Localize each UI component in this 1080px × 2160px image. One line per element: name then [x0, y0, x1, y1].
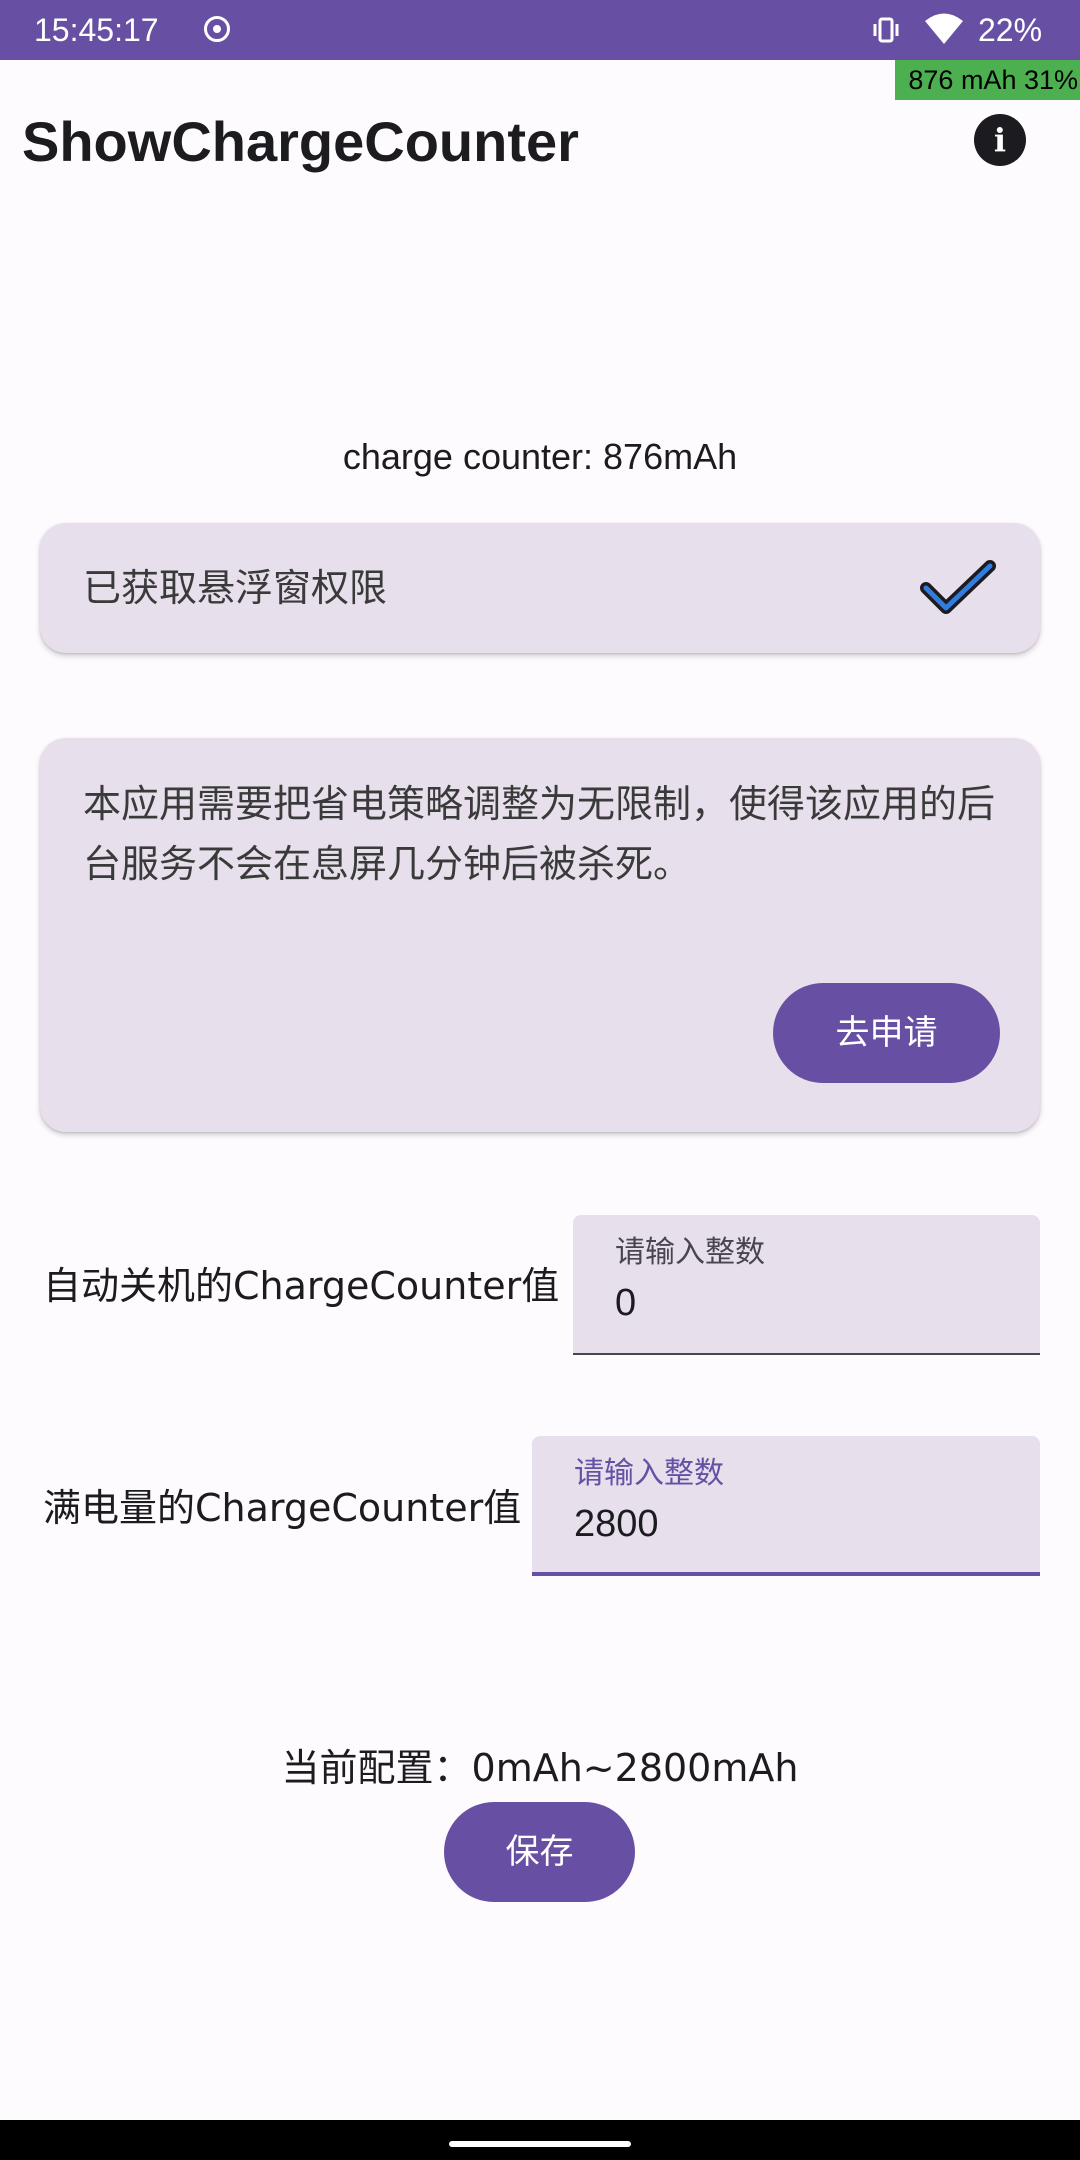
field-hint: 请输入整数	[615, 1235, 765, 1270]
gesture-handle[interactable]	[449, 2141, 631, 2147]
full-charge-label: 满电量的ChargeCounter值	[43, 1486, 522, 1530]
field-value: 0	[615, 1282, 637, 1324]
overlay-permission-card: 已获取悬浮窗权限	[40, 523, 1040, 653]
wifi-icon	[925, 13, 963, 44]
save-button[interactable]: 保存	[444, 1802, 635, 1902]
status-bar: 15:45:17 22%	[0, 0, 1080, 60]
apply-button[interactable]: 去申请	[773, 983, 1000, 1083]
field-hint: 请输入整数	[574, 1456, 724, 1491]
info-icon[interactable]: i	[974, 114, 1026, 166]
shutdown-charge-label: 自动关机的ChargeCounter值	[43, 1264, 560, 1308]
navigation-bar	[0, 2120, 1080, 2160]
checkmark-icon	[920, 560, 996, 614]
full-charge-input[interactable]: 请输入整数 2800	[532, 1436, 1040, 1576]
vibrate-icon	[873, 17, 899, 43]
battery-optimization-card: 本应用需要把省电策略调整为无限制，使得该应用的后台服务不会在息屏几分钟后被杀死。…	[40, 738, 1040, 1132]
app-title: ShowChargeCounter	[22, 110, 579, 173]
shutdown-charge-input[interactable]: 请输入整数 0	[573, 1215, 1040, 1355]
battery-optimization-text: 本应用需要把省电策略调整为无限制，使得该应用的后台服务不会在息屏几分钟后被杀死。	[83, 782, 996, 886]
charge-counter-label: charge counter: 876mAh	[342, 436, 738, 477]
status-time: 15:45:17	[34, 12, 159, 48]
field-value: 2800	[574, 1503, 659, 1545]
current-config-text: 当前配置：0mAh~2800mAh	[281, 1746, 799, 1790]
permission-status-text: 已获取悬浮窗权限	[83, 566, 388, 610]
battery-percentage: 22%	[978, 12, 1043, 48]
charge-overlay-badge: 876 mAh 31%	[895, 60, 1080, 100]
screen-record-icon	[204, 16, 230, 42]
